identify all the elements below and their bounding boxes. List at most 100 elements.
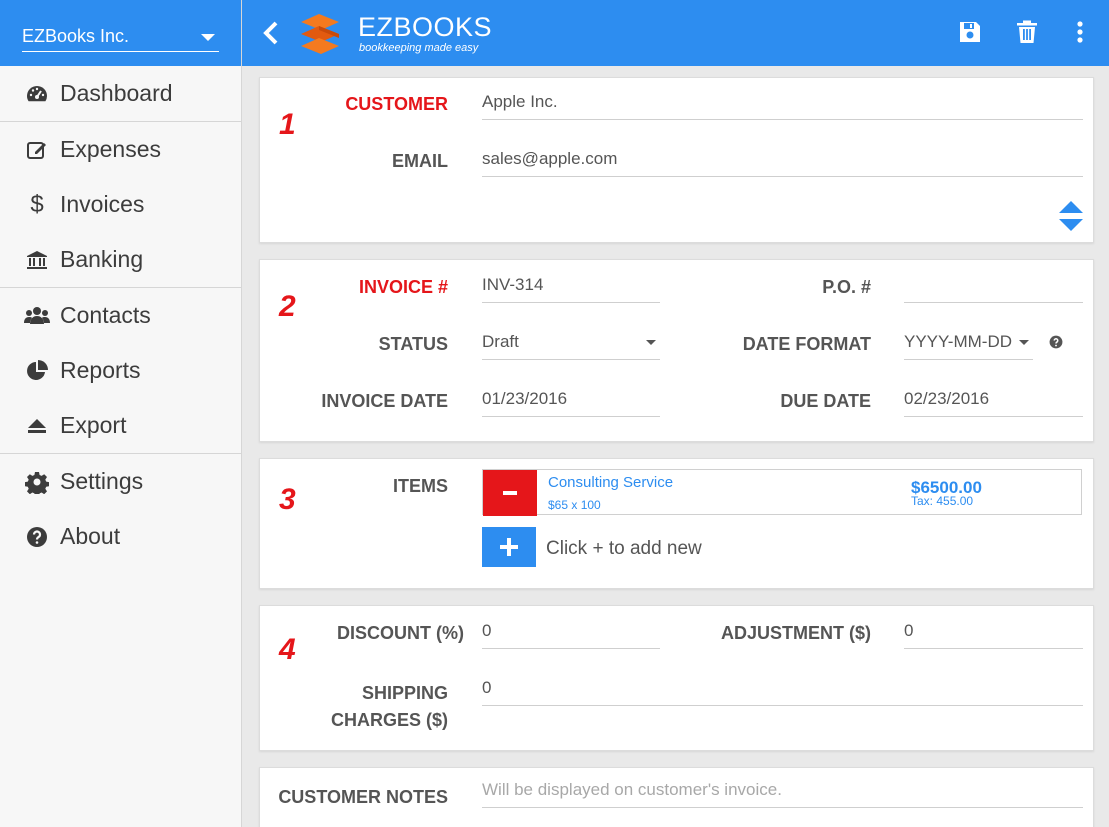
invoice-form: 1 CUSTOMER Apple Inc. EMAIL sales@apple.… [242, 66, 1109, 827]
minus-icon [503, 491, 517, 495]
date-format-value: YYYY-MM-DD [904, 332, 1012, 351]
expand-toggle-button[interactable] [1058, 199, 1084, 233]
totals-card: 4 DISCOUNT (%) 0 ADJUSTMENT ($) 0 SHIPPI… [259, 605, 1094, 751]
users-icon [24, 303, 50, 329]
help-circle-icon [1049, 335, 1063, 349]
sidebar-item-banking[interactable]: Banking [0, 232, 241, 287]
eject-icon [24, 413, 50, 439]
sidebar-item-expenses[interactable]: Expenses [0, 122, 241, 177]
shipping-label: SHIPPING CHARGES ($) [331, 680, 448, 734]
save-button[interactable] [956, 18, 984, 46]
section-number: 4 [279, 633, 296, 666]
sidebar-item-export[interactable]: Export [0, 398, 241, 453]
trash-icon [1017, 20, 1037, 43]
sidebar-item-label: Expenses [60, 136, 162, 162]
shipping-label-line-1: SHIPPING [361, 683, 448, 703]
adjustment-field[interactable]: 0 [904, 615, 1083, 649]
logo-name: EZBOOKS [358, 12, 493, 42]
items-card: 3 ITEMS Consulting Service $65 x 100 $65… [259, 458, 1094, 589]
status-label: STATUS [378, 334, 448, 354]
invoice-number-field[interactable]: INV-314 [482, 269, 660, 303]
company-header: EZBooks Inc. [0, 0, 241, 66]
discount-label: DISCOUNT (%) [337, 623, 464, 643]
due-date-value: 02/23/2016 [904, 389, 990, 408]
item-name: Consulting Service [548, 474, 674, 491]
sidebar-item-reports[interactable]: Reports [0, 343, 241, 398]
pie-chart-icon [24, 358, 50, 384]
edit-icon [24, 137, 50, 163]
line-item[interactable]: Consulting Service $65 x 100 $6500.00 Ta… [482, 469, 1082, 516]
adjustment-label: ADJUSTMENT ($) [720, 623, 871, 643]
delete-button[interactable] [1013, 18, 1041, 46]
items-label: ITEMS [392, 476, 448, 496]
sidebar-item-label: Banking [60, 246, 144, 272]
invoice-date-label: INVOICE DATE [321, 391, 448, 411]
logo-tagline: bookkeeping made easy [359, 42, 479, 54]
dropdown-caret-icon [1019, 340, 1029, 345]
customer-notes-placeholder: Will be displayed on customer's invoice. [482, 780, 782, 799]
invoice-details-card: 2 INVOICE # INV-314 P.O. # STATUS Draft … [259, 259, 1094, 442]
sidebar-item-label: Contacts [60, 302, 151, 328]
more-menu-button[interactable] [1066, 18, 1094, 46]
floppy-disk-icon [960, 22, 980, 42]
sidebar-item-label: Reports [60, 357, 141, 383]
help-circle-icon [24, 524, 50, 550]
app-header: EZBOOKS bookkeeping made easy [242, 0, 1109, 66]
due-date-label: DUE DATE [780, 391, 871, 411]
section-number: 3 [279, 483, 296, 516]
gear-icon [24, 469, 50, 495]
discount-field[interactable]: 0 [482, 615, 660, 649]
sidebar-item-contacts[interactable]: Contacts [0, 288, 241, 343]
email-field[interactable]: sales@apple.com [482, 143, 1083, 177]
item-quantity: $65 x 100 [548, 498, 601, 512]
notes-card: CUSTOMER NOTES Will be displayed on cust… [259, 767, 1094, 827]
sidebar-item-settings[interactable]: Settings [0, 454, 241, 509]
section-number: 2 [279, 290, 296, 323]
ezbooks-logo-icon [297, 12, 345, 56]
sidebar: EZBooks Inc. Dashboard Expenses $ Invoic… [0, 0, 242, 827]
item-tax: Tax: 455.00 [911, 494, 974, 508]
customer-field[interactable]: Apple Inc. [482, 86, 1083, 120]
dropdown-caret-icon [646, 340, 656, 345]
sidebar-item-label: Export [60, 412, 127, 438]
email-label: EMAIL [392, 151, 448, 171]
email-value: sales@apple.com [482, 149, 618, 168]
shipping-label-line-2: CHARGES ($) [330, 710, 448, 730]
section-number: 1 [279, 108, 296, 141]
dollar-icon: $ [30, 190, 44, 218]
sidebar-item-invoices[interactable]: $ Invoices [0, 177, 241, 232]
add-item-hint: Click + to add new [546, 538, 702, 559]
sidebar-item-dashboard[interactable]: Dashboard [0, 66, 241, 121]
sidebar-item-about[interactable]: About [0, 509, 241, 564]
po-number-label: P.O. # [822, 277, 871, 297]
invoice-number-label: INVOICE # [358, 277, 448, 297]
sidebar-item-label: Settings [60, 468, 144, 494]
adjustment-value: 0 [904, 621, 914, 640]
due-date-field[interactable]: 02/23/2016 [904, 383, 1083, 417]
date-format-help-button[interactable] [1049, 335, 1063, 349]
invoice-date-field[interactable]: 01/23/2016 [482, 383, 660, 417]
po-number-field[interactable] [904, 269, 1083, 303]
add-item-button[interactable] [482, 527, 536, 567]
invoice-number-value: INV-314 [482, 275, 544, 294]
shipping-value: 0 [482, 678, 492, 697]
customer-card: 1 CUSTOMER Apple Inc. EMAIL sales@apple.… [259, 77, 1094, 243]
sidebar-item-label: Dashboard [60, 80, 173, 106]
company-name: EZBooks Inc. [22, 26, 130, 46]
main-nav: Dashboard Expenses $ Invoices Banking Co… [0, 66, 241, 564]
chevron-left-icon [263, 21, 278, 45]
invoice-date-value: 01/23/2016 [482, 389, 568, 408]
bank-icon [24, 247, 50, 273]
date-format-select[interactable]: YYYY-MM-DD [904, 326, 1033, 360]
back-button[interactable] [260, 19, 282, 47]
sort-arrows-icon [1059, 201, 1083, 231]
remove-item-button[interactable] [483, 470, 537, 516]
plus-icon [500, 538, 518, 556]
status-value: Draft [482, 332, 519, 351]
shipping-field[interactable]: 0 [482, 672, 1083, 706]
company-select[interactable]: EZBooks Inc. [22, 18, 219, 52]
customer-notes-field[interactable]: Will be displayed on customer's invoice. [482, 774, 1083, 808]
status-select[interactable]: Draft [482, 326, 660, 360]
customer-notes-label: CUSTOMER NOTES [278, 787, 448, 807]
dashboard-icon [24, 81, 50, 107]
